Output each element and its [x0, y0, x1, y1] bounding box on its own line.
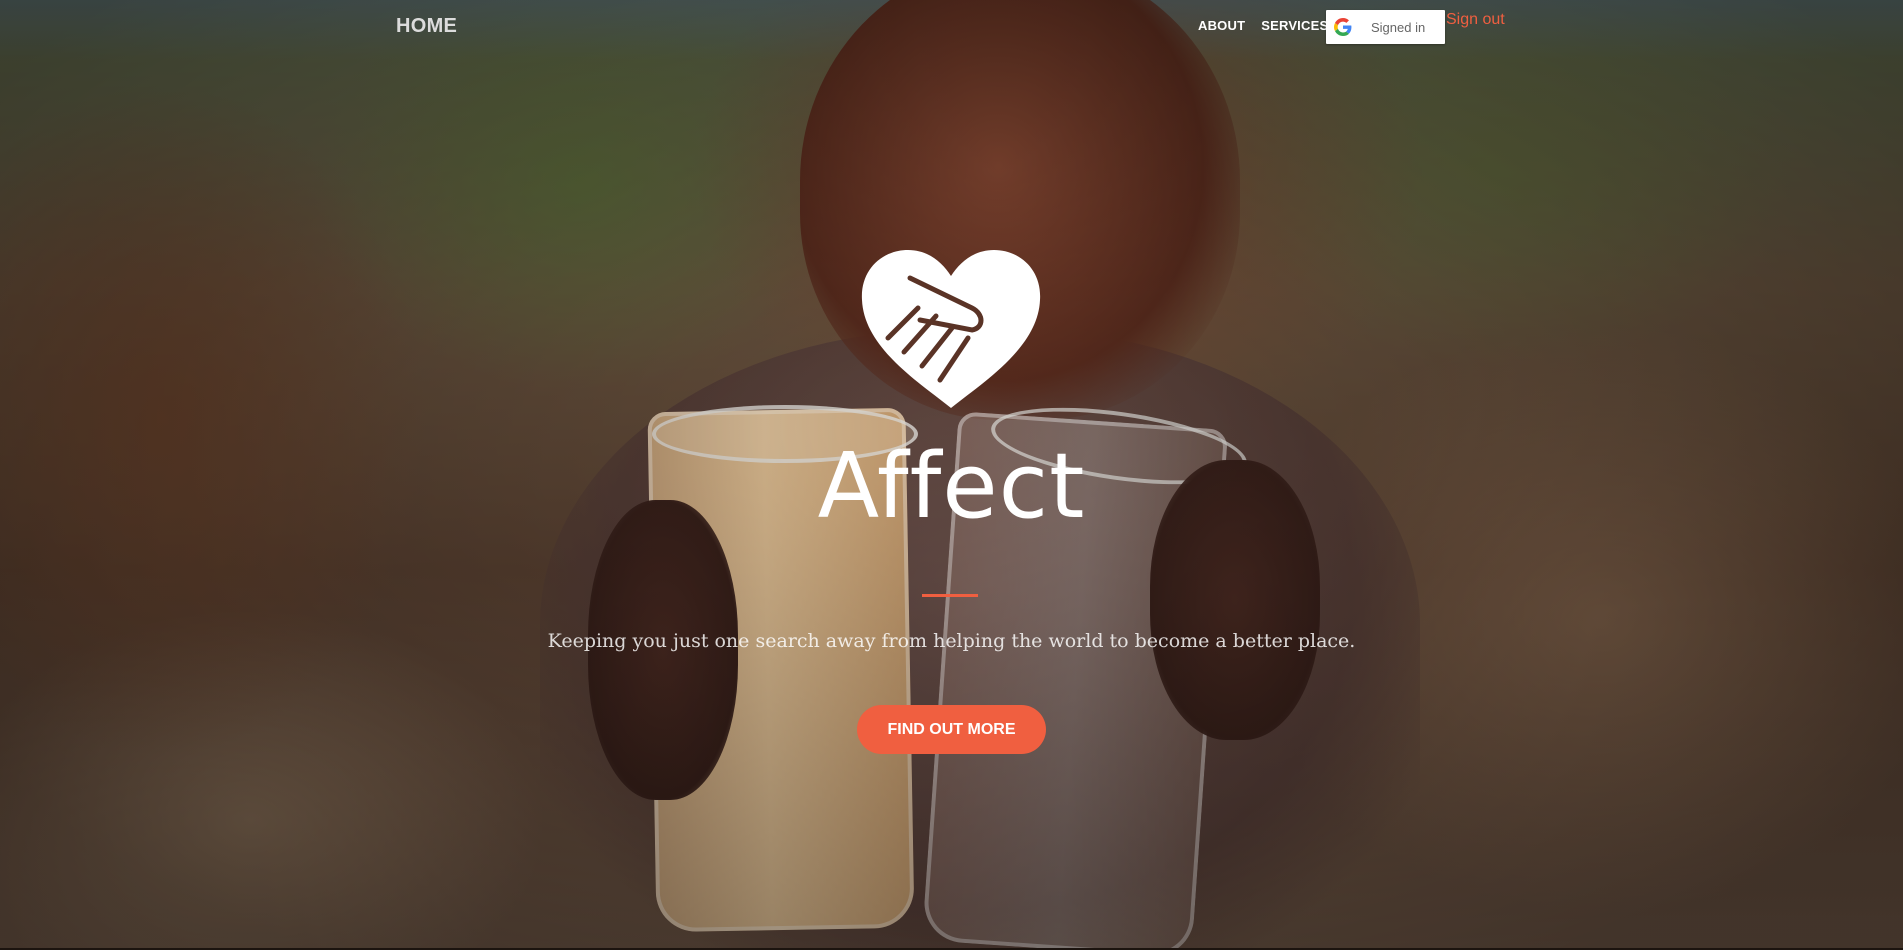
nav-brand-home[interactable]: HOME — [396, 15, 457, 38]
google-signin-button[interactable]: Signed in — [1326, 10, 1445, 44]
nav-links: ABOUT SERVICES — [1198, 18, 1328, 33]
hero-section: HOME ABOUT SERVICES Signed in Sign out A… — [0, 0, 1903, 950]
nav-link-about[interactable]: ABOUT — [1198, 18, 1245, 33]
hero-subtitle: Keeping you just one search away from he… — [547, 630, 1356, 652]
find-out-more-button[interactable]: FIND OUT MORE — [857, 705, 1046, 754]
sign-out-link[interactable]: Sign out — [1446, 11, 1505, 29]
google-signin-label: Signed in — [1371, 19, 1426, 35]
top-navbar: HOME ABOUT SERVICES Signed in Sign out — [0, 0, 1903, 52]
google-g-icon — [1334, 18, 1352, 36]
nav-link-services[interactable]: SERVICES — [1261, 18, 1328, 33]
heart-handshake-icon — [861, 250, 1041, 408]
hero-title: Affect — [817, 434, 1086, 539]
title-divider — [922, 594, 978, 597]
